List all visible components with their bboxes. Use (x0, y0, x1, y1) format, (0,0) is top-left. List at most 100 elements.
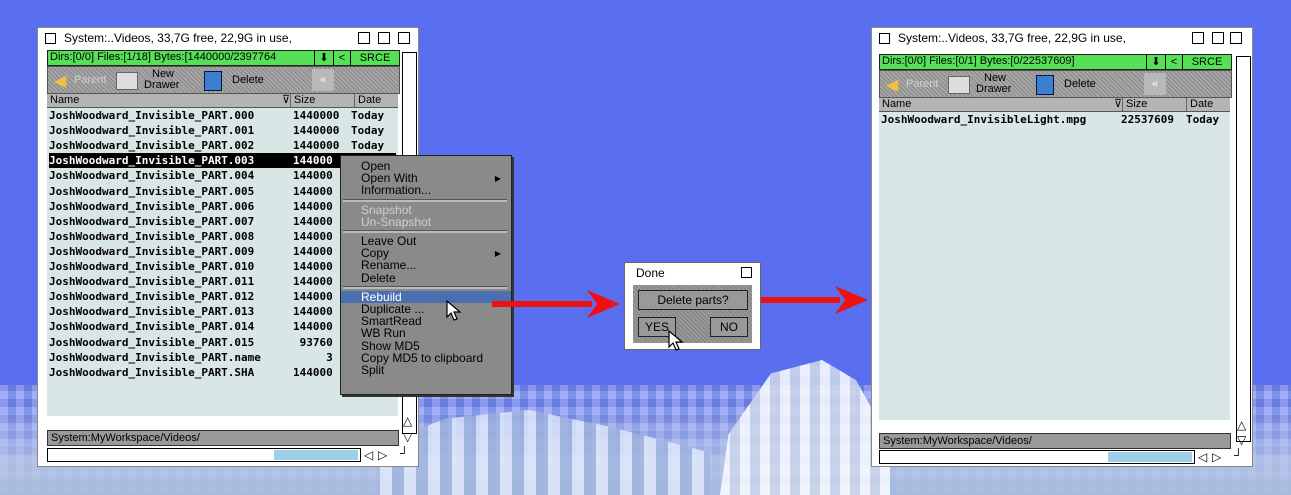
menu-item[interactable]: SmartRead (361, 315, 422, 327)
lister-window-right[interactable]: System:..Videos, 33,7G free, 22,9G in us… (871, 27, 1253, 467)
file-date: Today (351, 139, 385, 153)
path-field[interactable]: System:MyWorkspace/Videos/ (879, 433, 1231, 449)
down-arrow-icon[interactable]: ⬇ (1146, 55, 1165, 69)
file-name: JoshWoodward_Invisible_PART.000 (49, 109, 255, 122)
file-size: 1440000 (293, 139, 340, 153)
menu-item[interactable]: Copy (361, 247, 389, 259)
file-size: 144000 (293, 229, 333, 243)
zoom-gadget[interactable] (1212, 32, 1224, 44)
window-titlebar[interactable]: System:..Videos, 33,7G free, 22,9G in us… (38, 28, 418, 48)
menu-item[interactable]: Delete (361, 272, 396, 284)
delete-toolbar-button[interactable]: Delete (202, 69, 302, 91)
scroll-down-icon[interactable]: ▽ (1237, 433, 1246, 447)
new-drawer-button[interactable]: New Drawer (114, 68, 198, 91)
iconify-gadget[interactable] (358, 32, 370, 44)
file-name: JoshWoodward_Invisible_PART.011 (49, 275, 255, 289)
resize-gadget[interactable]: ┘ (400, 446, 409, 460)
vertical-scrollbar[interactable] (1236, 56, 1251, 442)
close-gadget[interactable] (879, 33, 890, 44)
scroll-down-icon[interactable]: ▽ (403, 430, 412, 444)
column-name[interactable]: Name (47, 94, 280, 107)
file-row[interactable]: JoshWoodward_InvisibleLight.mpg 22537609 T… (881, 112, 1228, 127)
file-name: JoshWoodward_InvisibleLight.mpg (881, 113, 1087, 126)
file-list[interactable]: JoshWoodward_InvisibleLight.mpg 22537609 T… (879, 112, 1230, 420)
delete-label: Delete (1064, 78, 1096, 90)
scroll-left-icon[interactable]: ◁ (1198, 450, 1207, 464)
file-size: 144000 (293, 320, 333, 334)
new-drawer-button[interactable]: New Drawer (946, 72, 1030, 95)
column-size[interactable]: Size (1122, 98, 1186, 111)
delete-label: Delete (232, 74, 264, 86)
trash-icon (204, 71, 222, 91)
file-name: JoshWoodward_Invisible_PART.007 (49, 214, 255, 228)
red-arrow-icon (492, 290, 620, 318)
parent-toolbar-button[interactable]: ◀ Parent (884, 73, 944, 95)
menu-item[interactable]: Split (361, 364, 384, 376)
menu-item[interactable]: Open (361, 160, 390, 172)
menu-item[interactable]: Rename... (361, 259, 416, 271)
srce-button[interactable]: SRCE (350, 51, 399, 65)
file-name: JoshWoodward_Invisible_PART.003 (49, 154, 255, 168)
menu-item[interactable]: Leave Out (361, 235, 416, 247)
menu-item: Un-Snapshot (361, 216, 431, 228)
menu-item[interactable]: WB Run (361, 327, 406, 339)
parent-toolbar-button[interactable]: ◀ Parent (52, 69, 112, 91)
window-titlebar[interactable]: System:..Videos, 33,7G free, 22,9G in us… (872, 28, 1252, 48)
file-row[interactable]: JoshWoodward_Invisible_PART.000 1440000 To… (49, 108, 396, 123)
parent-button[interactable]: < (333, 51, 350, 65)
menu-item[interactable]: Duplicate ... (361, 303, 424, 315)
file-name: JoshWoodward_Invisible_PART.015 (49, 335, 255, 349)
sort-icon: ⊽ (1114, 98, 1123, 110)
horizontal-scrollbar[interactable] (879, 450, 1195, 464)
column-date[interactable]: Date (354, 94, 398, 107)
close-gadget[interactable] (45, 33, 56, 44)
scroll-left-icon[interactable]: ◁ (364, 448, 373, 462)
srce-button[interactable]: SRCE (1182, 55, 1231, 69)
no-button[interactable]: NO (710, 317, 748, 337)
menu-item[interactable]: Show MD5 (361, 340, 420, 352)
file-row[interactable]: JoshWoodward_Invisible_PART.001 1440000 To… (49, 123, 396, 138)
horizontal-scrollbar[interactable] (47, 448, 361, 462)
rewind-icon[interactable]: « (312, 69, 334, 91)
menu-item-label: Delete (361, 270, 396, 285)
file-name: JoshWoodward_Invisible_PART.008 (49, 229, 255, 243)
window-title: System:..Videos, 33,7G free, 22,9G in us… (898, 31, 1126, 45)
menu-item[interactable]: Information... (361, 184, 431, 196)
file-size: 144000 (293, 260, 333, 273)
depth-gadget[interactable] (1230, 32, 1242, 44)
column-date[interactable]: Date (1186, 98, 1230, 111)
depth-gadget[interactable] (398, 32, 410, 44)
file-size: 1440000 (293, 109, 340, 122)
delete-toolbar-button[interactable]: Delete (1034, 73, 1134, 95)
column-size[interactable]: Size (290, 94, 354, 107)
menu-item[interactable]: Open With (361, 172, 418, 184)
down-arrow-icon[interactable]: ⬇ (314, 51, 333, 65)
zoom-gadget[interactable] (378, 32, 390, 44)
scroll-right-icon[interactable]: ▷ (378, 448, 387, 462)
file-name: JoshWoodward_Invisible_PART.013 (49, 305, 255, 319)
resize-gadget[interactable]: ┘ (1234, 448, 1243, 462)
menu-item[interactable]: Rebuild (341, 290, 511, 303)
file-row[interactable]: JoshWoodward_Invisible_PART.002 1440000 To… (49, 138, 396, 153)
scroll-up-icon[interactable]: △ (403, 414, 412, 428)
column-name[interactable]: Name (879, 98, 1112, 111)
horizontal-scroll-thumb[interactable] (274, 450, 358, 460)
file-date: Today (351, 109, 385, 122)
file-name: JoshWoodward_Invisible_PART.004 (49, 169, 255, 183)
dialog-title: Done (636, 266, 665, 280)
scroll-right-icon[interactable]: ▷ (1212, 450, 1221, 464)
scroll-up-icon[interactable]: △ (1237, 418, 1246, 432)
depth-gadget[interactable] (741, 267, 752, 278)
menu-item[interactable]: Copy MD5 to clipboard (361, 352, 483, 364)
column-header: Name ⊽ Size Date (879, 98, 1230, 112)
menu-item-label: Split (361, 363, 385, 377)
parent-button[interactable]: < (1165, 55, 1182, 69)
file-size: 144000 (293, 199, 333, 213)
file-size: 144000 (293, 244, 333, 258)
rewind-icon[interactable]: « (1144, 73, 1166, 95)
lister-status-bar: Dirs:[0/0] Files:[1/18] Bytes:[1440000/2… (47, 50, 400, 66)
iconify-gadget[interactable] (1192, 32, 1204, 44)
path-field[interactable]: System:MyWorkspace/Videos/ (47, 430, 399, 446)
file-date: Today (351, 124, 385, 138)
horizontal-scroll-thumb[interactable] (1108, 452, 1192, 462)
